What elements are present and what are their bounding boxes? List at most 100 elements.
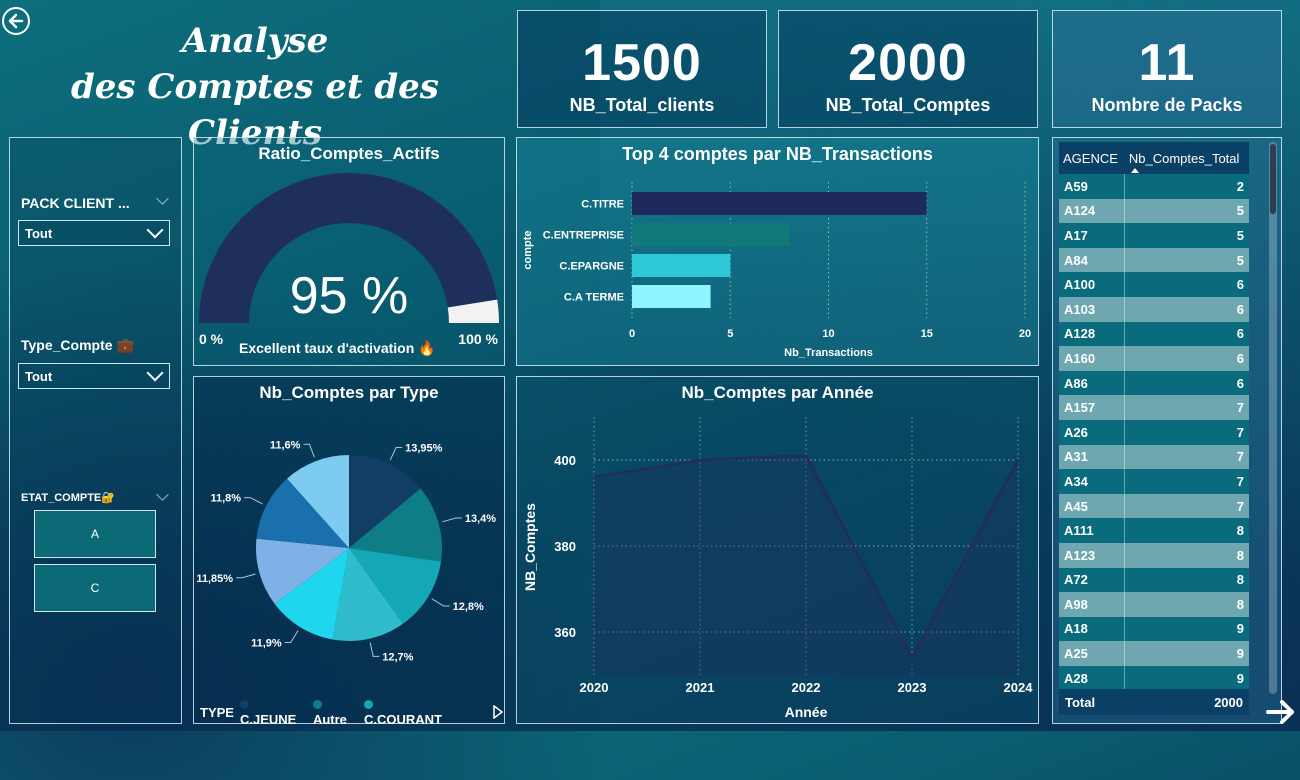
x-tick-label: 2024 [1004,680,1034,695]
pie-chart: 13,95% 13,4% 12,8% 12,7% 11,9% 11,85% 11,8% 11,… [196,439,496,663]
table-row[interactable]: A103 6 [1059,296,1249,322]
gauge-caption: Excellent taux d'activation 🔥 [239,340,436,356]
agence-cell: A160 [1059,346,1126,371]
nb-comptes-cell: 5 [1124,198,1249,224]
agence-cell: A18 [1059,616,1126,642]
etat-compte-text: ETAT_COMPTE [21,492,102,504]
table-row[interactable]: A123 8 [1059,542,1249,568]
table-row[interactable]: A59 2 [1059,174,1249,199]
table-row[interactable]: A111 8 [1059,518,1249,543]
type-compte-dropdown[interactable]: Tout [18,363,170,389]
bar [632,192,927,215]
total-value: 2000 [1214,695,1243,710]
legend-label: Autre [312,712,347,727]
agence-cell: A111 [1059,518,1126,543]
table-row[interactable]: A124 5 [1059,198,1249,224]
nb-comptes-cell: 9 [1124,616,1249,642]
chevron-down-icon[interactable] [156,192,169,205]
kpi-value: 2000 [848,34,968,92]
scrollbar-thumb[interactable] [1270,144,1276,214]
nb-comptes-cell: 7 [1124,444,1249,470]
column-header-label: Nb_Comptes_Total [1128,150,1240,166]
agence-cell: A103 [1059,296,1126,322]
table-row[interactable]: A86 6 [1059,370,1249,396]
legend-title: TYPE [200,704,234,720]
y-tick-label: 360 [554,625,576,640]
y-tick-label: 380 [554,539,576,554]
area-fill [594,455,1018,675]
nb-comptes-cell: 6 [1124,346,1249,371]
legend-item[interactable]: C.JEUNE [239,697,307,727]
nb-comptes-cell: 6 [1124,321,1249,347]
dropdown-value: Tout [25,226,53,241]
kpi-value: 1500 [582,34,702,92]
nb-comptes-cell: 8 [1124,592,1249,617]
table-row[interactable]: A17 5 [1059,223,1249,248]
etat-compte-label: ETAT_COMPTE🔐 [21,491,115,504]
pie-leader-line [389,446,403,461]
table-row[interactable]: A26 7 [1059,419,1249,445]
pack-client-dropdown[interactable]: Tout [18,220,170,246]
gauge-max-label: 100 % [458,331,498,347]
table-viewport[interactable]: AGENCE Nb_Comptes_Total A59 2 A124 5 A17 5 A84… [1053,138,1267,693]
nb-comptes-cell: 7 [1124,395,1249,420]
table-row[interactable]: A28 9 [1059,665,1249,691]
legend-dot [364,700,374,709]
legend-item[interactable]: Autre [312,697,358,727]
agence-cell: A25 [1059,641,1126,666]
legend-item[interactable]: C.COURANT [364,697,452,727]
table-row[interactable]: A160 6 [1059,346,1249,371]
table-row[interactable]: A128 6 [1059,321,1249,347]
pie-data-label: 13,4% [465,513,496,525]
x-tick-label: 0 [629,328,635,340]
table-row[interactable]: A100 6 [1059,272,1249,297]
x-tick-label: 2023 [898,680,927,695]
pie-leader-line [431,598,450,607]
table-scrollbar[interactable] [1269,142,1277,694]
pie-data-label: 12,7% [382,651,413,663]
table-row[interactable]: A31 7 [1059,444,1249,470]
table-row[interactable]: A98 8 [1059,592,1249,617]
pie-data-label: 11,85% [196,573,233,585]
column-header[interactable]: Nb_Comptes_Total [1125,142,1249,174]
nb-comptes-cell: 6 [1124,272,1249,297]
x-axis-label: Nb_Transactions [784,347,873,359]
agence-table-card: AGENCE Nb_Comptes_Total A59 2 A124 5 A17 5 A84… [1052,137,1282,724]
agence-cell: A26 [1059,419,1126,445]
nb-comptes-cell: 2 [1124,174,1249,199]
x-tick-label: 15 [921,328,933,340]
agence-cell: A72 [1059,567,1126,593]
agence-cell: A98 [1059,592,1126,617]
table-row[interactable]: A157 7 [1059,395,1249,420]
kpi-card-comptes: 2000 NB_Total_Comptes [778,10,1038,128]
nb-comptes-cell: 7 [1124,419,1249,445]
pie-leader-line [369,642,380,657]
etat-option-c[interactable]: C [34,564,156,612]
y-axis-label: NB_Comptes [522,503,538,591]
sort-ascending-icon [1130,168,1139,173]
column-header[interactable]: AGENCE [1059,142,1125,174]
chevron-down-icon[interactable] [156,488,169,501]
table-row[interactable]: A34 7 [1059,469,1249,494]
next-page-arrow-icon[interactable] [1266,699,1296,725]
table-row[interactable]: A45 7 [1059,493,1249,519]
type-compte-label: Type_Compte 💼 [21,337,134,354]
y-category-label: C.A TERME [564,292,624,304]
pack-client-label: PACK CLIENT ... [21,195,130,211]
agence-cell: A84 [1059,247,1126,273]
agence-cell: A28 [1059,665,1126,691]
table-row[interactable]: A25 9 [1059,641,1249,666]
gauge-value: 95 % [289,267,409,325]
x-tick-label: 20 [1019,328,1031,340]
table-row[interactable]: A84 5 [1059,247,1249,273]
nb-comptes-cell: 6 [1124,370,1249,396]
chevron-down-icon [146,364,164,382]
agence-table: AGENCE Nb_Comptes_Total A59 2 A124 5 A17 5 A84… [1059,142,1249,691]
table-row[interactable]: A72 8 [1059,567,1249,593]
etat-option-a[interactable]: A [34,510,156,558]
lock-icon: 🔐 [101,492,115,504]
table-row[interactable]: A18 9 [1059,616,1249,642]
pie-leader-line [442,517,462,523]
legend-next-arrow-icon[interactable] [492,705,504,719]
x-tick-label: 10 [822,328,834,340]
